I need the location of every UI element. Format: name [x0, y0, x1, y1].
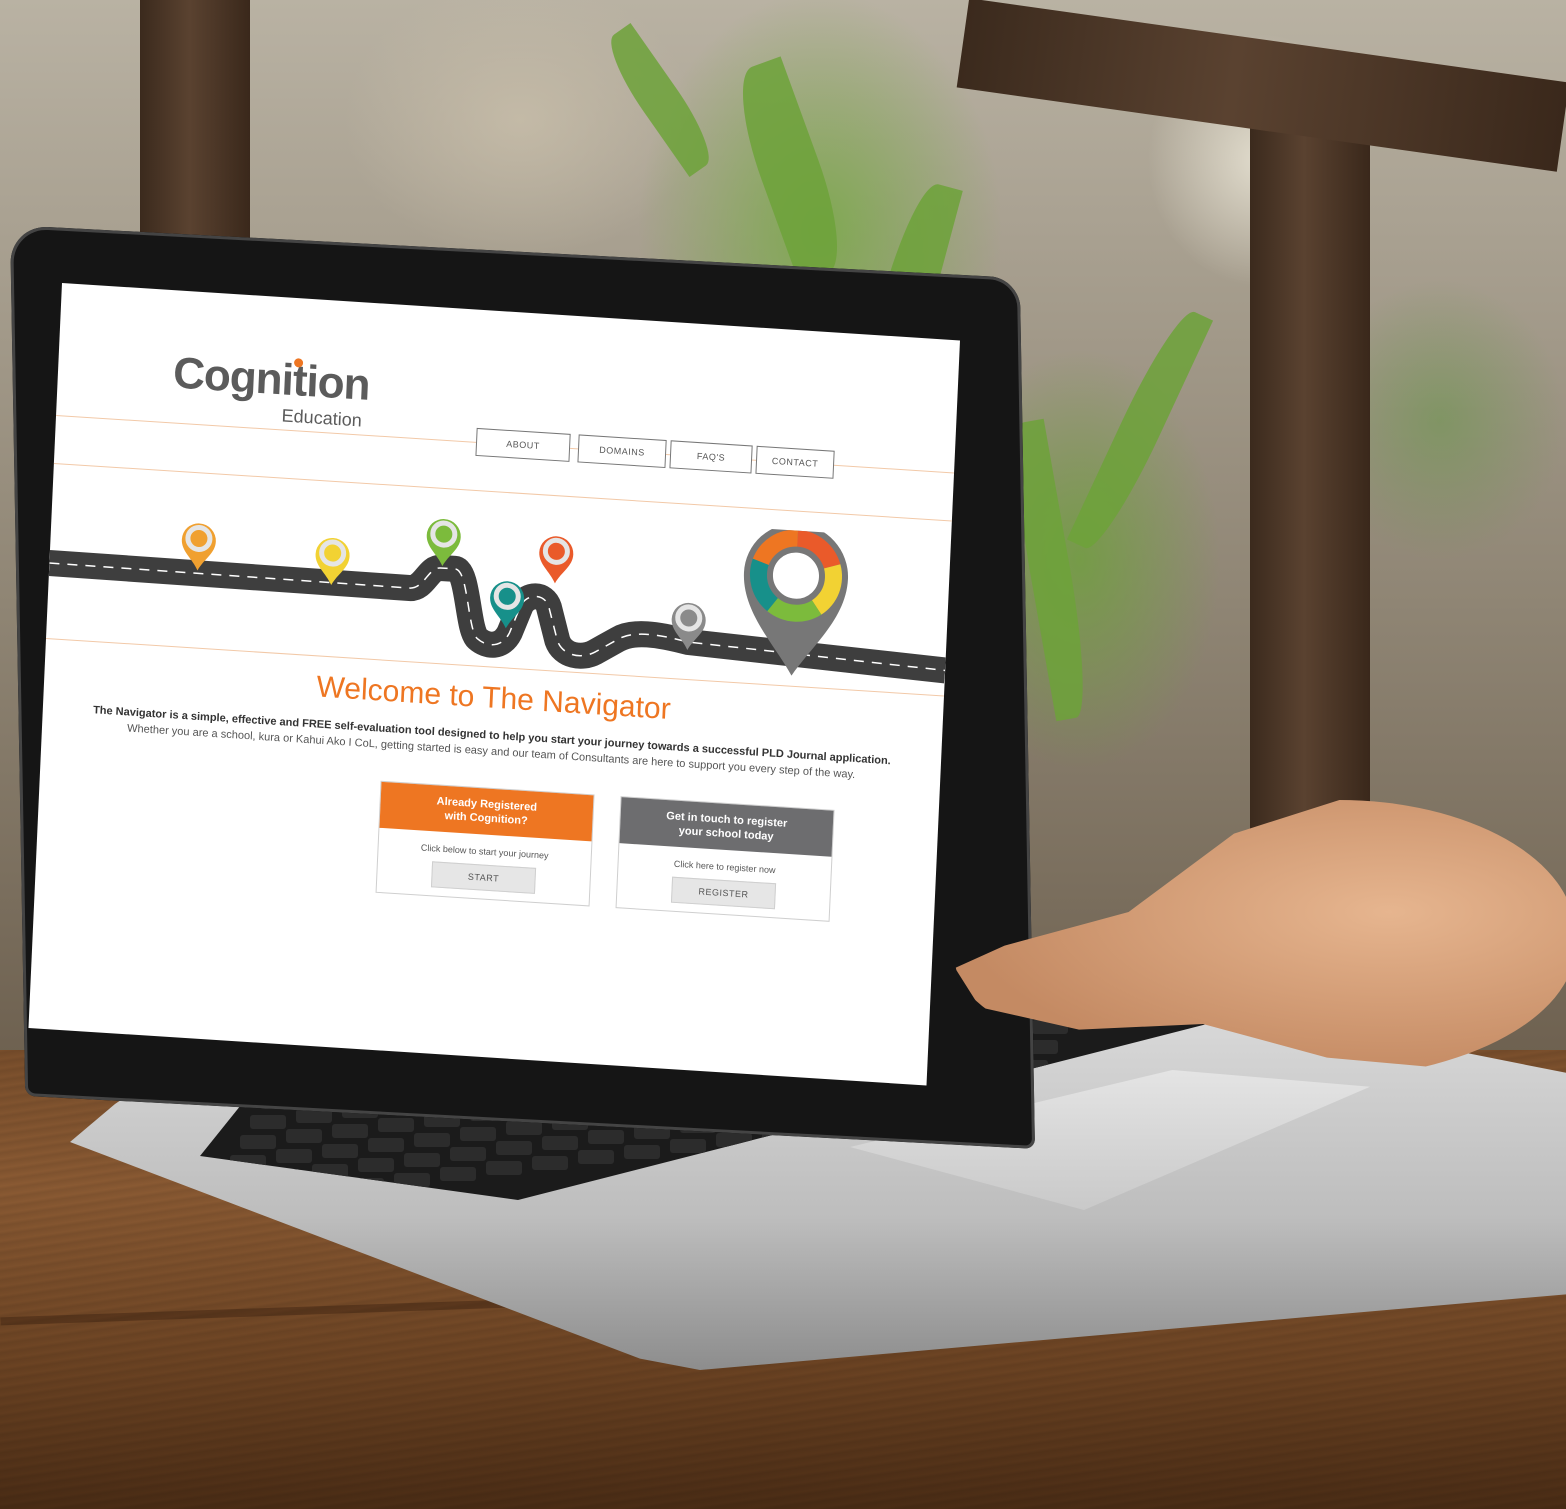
keyboard-key — [276, 1149, 312, 1164]
nav-about[interactable]: ABOUT — [475, 427, 571, 462]
keyboard-key — [378, 1118, 414, 1133]
keyboard-key — [542, 1135, 578, 1150]
nav-faqs[interactable]: FAQ'S — [669, 440, 753, 474]
keyboard-key — [450, 1147, 486, 1161]
keyboard-key — [588, 1130, 624, 1145]
keyboard-key — [624, 1144, 660, 1159]
register-button[interactable]: REGISTER — [670, 876, 777, 910]
logo-subtitle: Education — [281, 405, 363, 431]
keyboard-key — [332, 1123, 368, 1138]
keyboard-key — [460, 1127, 496, 1141]
cognition-logo[interactable]: Cognition Education — [172, 348, 371, 430]
keyboard-key — [578, 1150, 614, 1165]
keyboard-key — [670, 1139, 706, 1153]
keyboard-key — [414, 1132, 450, 1147]
keyboard-key — [322, 1143, 358, 1158]
photo-scene: Cognition Education ABOUT DOMAINS FAQ'S … — [0, 0, 1566, 1509]
registered-card-text: Click below to start your journey — [420, 842, 549, 861]
keyboard-key — [496, 1141, 532, 1156]
register-card: Get in touch to register your school tod… — [615, 796, 835, 922]
registered-card-heading: Already Registered with Cognition? — [379, 781, 594, 842]
wheel-center — [766, 546, 826, 605]
nav-domains[interactable]: DOMAINS — [577, 434, 667, 469]
laptop-screen: Cognition Education ABOUT DOMAINS FAQ'S … — [28, 283, 961, 1086]
start-button[interactable]: START — [430, 861, 537, 894]
map-pin-marker[interactable] — [538, 535, 574, 584]
keyboard-key — [286, 1129, 322, 1144]
window-beam — [140, 0, 250, 260]
register-card-text: Click here to register now — [673, 858, 776, 876]
window-beam — [1250, 60, 1370, 890]
keyboard-key — [358, 1158, 394, 1173]
keyboard-key — [440, 1167, 476, 1181]
keyboard-key — [368, 1138, 404, 1153]
keyboard-key — [532, 1155, 568, 1170]
keyboard-key — [240, 1135, 276, 1149]
nav-contact[interactable]: CONTACT — [755, 445, 835, 479]
registered-card: Already Registered with Cognition? Click… — [375, 780, 595, 907]
keyboard-key — [404, 1152, 440, 1167]
keyboard-key — [506, 1121, 542, 1136]
logo-wordmark: Cognition — [172, 348, 371, 410]
register-card-heading: Get in touch to register your school tod… — [619, 797, 834, 857]
keyboard-key — [486, 1161, 522, 1176]
keyboard-key — [250, 1115, 286, 1129]
